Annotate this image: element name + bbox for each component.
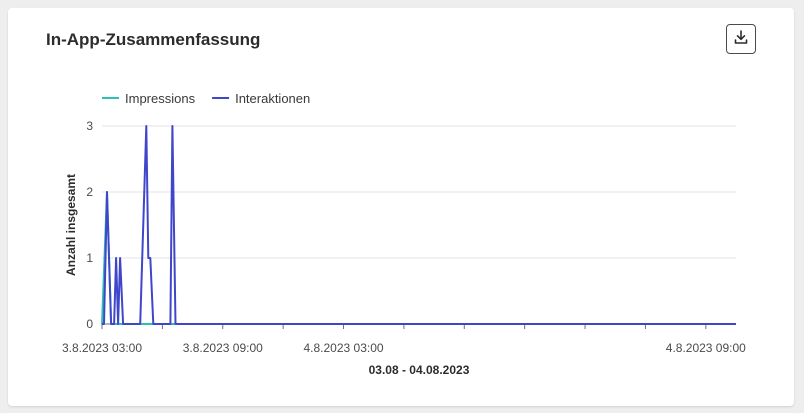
y-tick-label: 1 <box>86 251 93 265</box>
legend-label: Impressions <box>125 91 196 106</box>
y-tick-label: 0 <box>86 317 93 331</box>
x-axis-title: 03.08 - 04.08.2023 <box>369 363 470 377</box>
legend-label: Interaktionen <box>235 91 310 106</box>
y-tick-label: 3 <box>86 119 93 133</box>
series-line-1 <box>102 125 736 325</box>
y-axis-title: Anzahl insgesamt <box>64 174 78 276</box>
x-tick-label: 4.8.2023 09:00 <box>666 341 746 355</box>
y-tick-label: 2 <box>86 185 93 199</box>
line-chart: 0 1 2 3 3.8.2023 03:00 3.8.2023 09:00 4.8.2023… <box>62 91 746 377</box>
x-tick-label: 4.8.2023 03:00 <box>303 341 383 355</box>
x-tick-label: 3.8.2023 03:00 <box>62 341 142 355</box>
x-tick-label: 3.8.2023 09:00 <box>183 341 263 355</box>
